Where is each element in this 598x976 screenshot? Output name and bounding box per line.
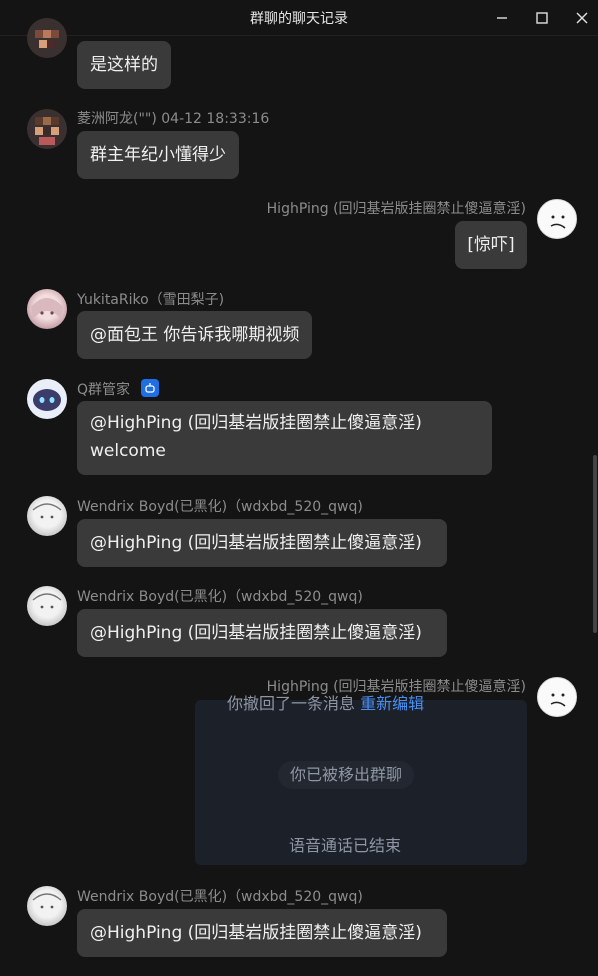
message-line: welcome [90, 441, 166, 461]
avatar[interactable] [27, 886, 67, 926]
scrollbar[interactable] [593, 455, 597, 633]
message-line: @HighPing (回归基岩版挂圈禁止傻逼意淫) [90, 413, 422, 433]
sketch-face-icon [32, 893, 62, 909]
robot-icon [33, 389, 61, 411]
robot-badge-icon [141, 379, 159, 397]
avatar[interactable] [27, 496, 67, 536]
message-bubble[interactable]: @HighPing (回归基岩版挂圈禁止傻逼意淫) [77, 609, 447, 657]
title-bar: 群聊的聊天记录 [0, 0, 598, 36]
sender-name: Wendrix Boyd(已黑化)（wdxbd_520_qwq) [77, 889, 363, 905]
close-button[interactable] [570, 6, 594, 30]
message-bubble[interactable]: @面包王 你告诉我哪期视频 [77, 311, 313, 359]
avatar[interactable] [27, 379, 67, 419]
message-bubble[interactable]: 是这样的 [77, 41, 171, 89]
face-icon [550, 215, 566, 229]
avatar[interactable] [27, 586, 67, 626]
sender-name: HighPing (回归基岩版挂圈禁止傻逼意淫) [266, 201, 526, 217]
sender-name: 菱洲阿龙("") 04-12 18:33:16 [77, 111, 270, 127]
maximize-icon [536, 12, 548, 24]
avatar[interactable] [537, 677, 577, 717]
anime-face-icon [31, 298, 63, 319]
recall-notice: 你撤回了一条消息 重新编辑 [227, 690, 424, 714]
message-bubble[interactable]: @HighPing (回归基岩版挂圈禁止傻逼意淫) welcome [77, 401, 492, 475]
message-bubble[interactable]: 群主年纪小懂得少 [77, 131, 239, 179]
sender-name: Wendrix Boyd(已黑化)（wdxbd_520_qwq) [77, 589, 363, 605]
minimize-icon [497, 17, 507, 19]
message-bubble[interactable]: @HighPing (回归基岩版挂圈禁止傻逼意淫) [77, 519, 447, 567]
reedit-link[interactable]: 重新编辑 [360, 694, 424, 713]
sender-name: Q群管家 [77, 382, 131, 398]
close-icon [576, 12, 588, 24]
call-ended-notice: 语音通话已结束 [289, 836, 402, 855]
avatar[interactable] [27, 109, 67, 149]
recall-text: 你撤回了一条消息 [227, 694, 356, 713]
avatar[interactable] [27, 18, 67, 58]
face-icon [550, 693, 566, 707]
removed-notice: 你已被移出群聊 [278, 761, 415, 789]
sketch-face-icon [32, 593, 62, 609]
avatar[interactable] [27, 289, 67, 329]
minimize-button[interactable] [490, 6, 514, 30]
maximize-button[interactable] [530, 6, 554, 30]
sender-name: YukitaRiko（雪田梨子) [77, 292, 225, 308]
message-bubble[interactable]: @HighPing (回归基岩版挂圈禁止傻逼意淫) [77, 909, 447, 957]
message-bubble[interactable]: [惊吓] [455, 221, 527, 269]
sender-name: Wendrix Boyd(已黑化)（wdxbd_520_qwq) [77, 499, 363, 515]
sketch-face-icon [32, 503, 62, 519]
avatar[interactable] [537, 199, 577, 239]
